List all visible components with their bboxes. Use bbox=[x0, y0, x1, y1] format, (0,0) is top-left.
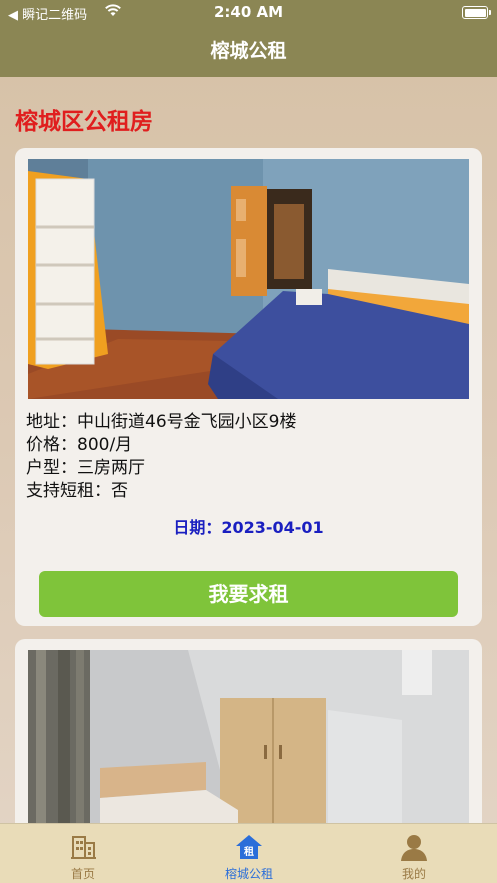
listing-address: 地址：中山街道46号金飞园小区9楼 bbox=[26, 412, 297, 432]
tab-label: 榕城公租 bbox=[224, 867, 273, 881]
tab-profile[interactable]: 我的 bbox=[331, 824, 497, 883]
building-icon bbox=[68, 832, 98, 862]
listing-card bbox=[15, 639, 482, 839]
tab-label: 首页 bbox=[70, 867, 95, 881]
listing-photo[interactable] bbox=[28, 650, 469, 830]
section-title: 榕城区公租房 bbox=[15, 109, 153, 135]
user-icon bbox=[399, 832, 429, 862]
tab-home[interactable]: 首页 bbox=[0, 824, 166, 883]
header-bar: ◀ 瞬记二维码 2:40 AM 榕城公租 bbox=[0, 0, 497, 77]
home-rent-icon: 租 bbox=[234, 832, 264, 862]
tab-label: 我的 bbox=[401, 867, 426, 881]
svg-text:租: 租 bbox=[244, 845, 254, 858]
status-bar: ◀ 瞬记二维码 2:40 AM bbox=[0, 0, 497, 26]
status-time: 2:40 AM bbox=[213, 3, 284, 21]
listing-price: 价格：800/月 bbox=[26, 435, 133, 455]
tab-rent[interactable]: 租 榕城公租 bbox=[166, 824, 332, 883]
listing-card: 地址：中山街道46号金飞园小区9楼 价格：800/月 户型：三房两厅 支持短租：… bbox=[15, 148, 482, 626]
listing-layout: 户型：三房两厅 bbox=[26, 458, 145, 478]
listing-date: 日期：2023-04-01 bbox=[173, 518, 324, 537]
listing-photo[interactable] bbox=[28, 159, 469, 399]
tab-bar: 首页 租 榕城公租 我的 bbox=[0, 823, 497, 883]
battery-icon bbox=[462, 6, 491, 19]
listing-short-term: 支持短租：否 bbox=[26, 481, 128, 501]
listing-info: 地址：中山街道46号金飞园小区9楼 价格：800/月 户型：三房两厅 支持短租：… bbox=[26, 411, 296, 503]
page-title: 榕城公租 bbox=[210, 40, 287, 62]
request-rent-button[interactable]: 我要求租 bbox=[39, 571, 458, 617]
